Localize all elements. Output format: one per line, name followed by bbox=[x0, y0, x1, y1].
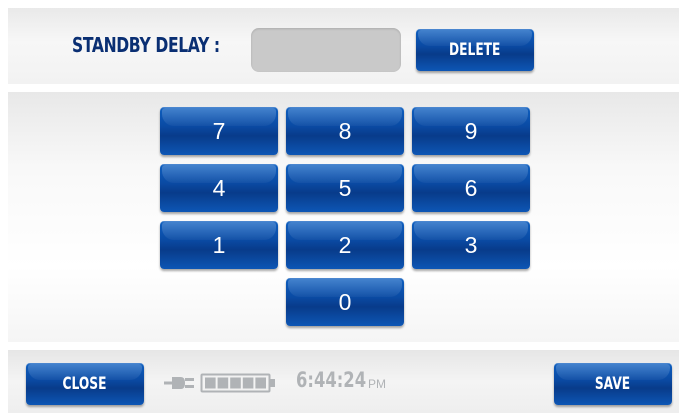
battery-icon bbox=[200, 373, 275, 393]
key-label: 1 bbox=[212, 231, 226, 258]
plug-icon bbox=[164, 377, 194, 389]
battery-cell bbox=[205, 377, 216, 389]
close-button[interactable]: CLOSE bbox=[26, 363, 144, 405]
battery-cell bbox=[217, 377, 229, 389]
key-0[interactable]: 0 bbox=[286, 278, 404, 326]
delete-button-label: DELETE bbox=[449, 40, 501, 60]
standby-delay-screen: STANDBY DELAY : DELETE 7 8 9 4 5 6 1 2 3… bbox=[0, 0, 681, 413]
standby-delay-input[interactable] bbox=[251, 28, 401, 72]
standby-delay-label: STANDBY DELAY : bbox=[72, 33, 220, 57]
delete-button[interactable]: DELETE bbox=[416, 29, 534, 71]
key-label: 7 bbox=[212, 117, 226, 144]
key-label: 8 bbox=[338, 117, 352, 144]
key-label: 2 bbox=[338, 231, 352, 258]
clock: 6:44:24 PM bbox=[296, 368, 386, 392]
key-6[interactable]: 6 bbox=[412, 164, 530, 212]
key-3[interactable]: 3 bbox=[412, 221, 530, 269]
save-button[interactable]: SAVE bbox=[554, 363, 672, 405]
battery-cell bbox=[230, 377, 241, 389]
battery-cell bbox=[255, 377, 266, 389]
battery-cell bbox=[242, 377, 254, 389]
key-7[interactable]: 7 bbox=[160, 107, 278, 155]
key-2[interactable]: 2 bbox=[286, 221, 404, 269]
key-4[interactable]: 4 bbox=[160, 164, 278, 212]
clock-time: 6:44:24 bbox=[296, 368, 367, 392]
key-5[interactable]: 5 bbox=[286, 164, 404, 212]
key-label: 3 bbox=[464, 231, 478, 258]
save-button-label: SAVE bbox=[595, 374, 631, 394]
close-button-label: CLOSE bbox=[63, 374, 107, 394]
key-label: 0 bbox=[338, 288, 352, 315]
key-8[interactable]: 8 bbox=[286, 107, 404, 155]
key-1[interactable]: 1 bbox=[160, 221, 278, 269]
key-9[interactable]: 9 bbox=[412, 107, 530, 155]
clock-ampm: PM bbox=[368, 377, 386, 391]
key-label: 4 bbox=[212, 174, 226, 201]
key-label: 9 bbox=[464, 117, 478, 144]
key-label: 5 bbox=[338, 174, 352, 201]
key-label: 6 bbox=[464, 174, 478, 201]
